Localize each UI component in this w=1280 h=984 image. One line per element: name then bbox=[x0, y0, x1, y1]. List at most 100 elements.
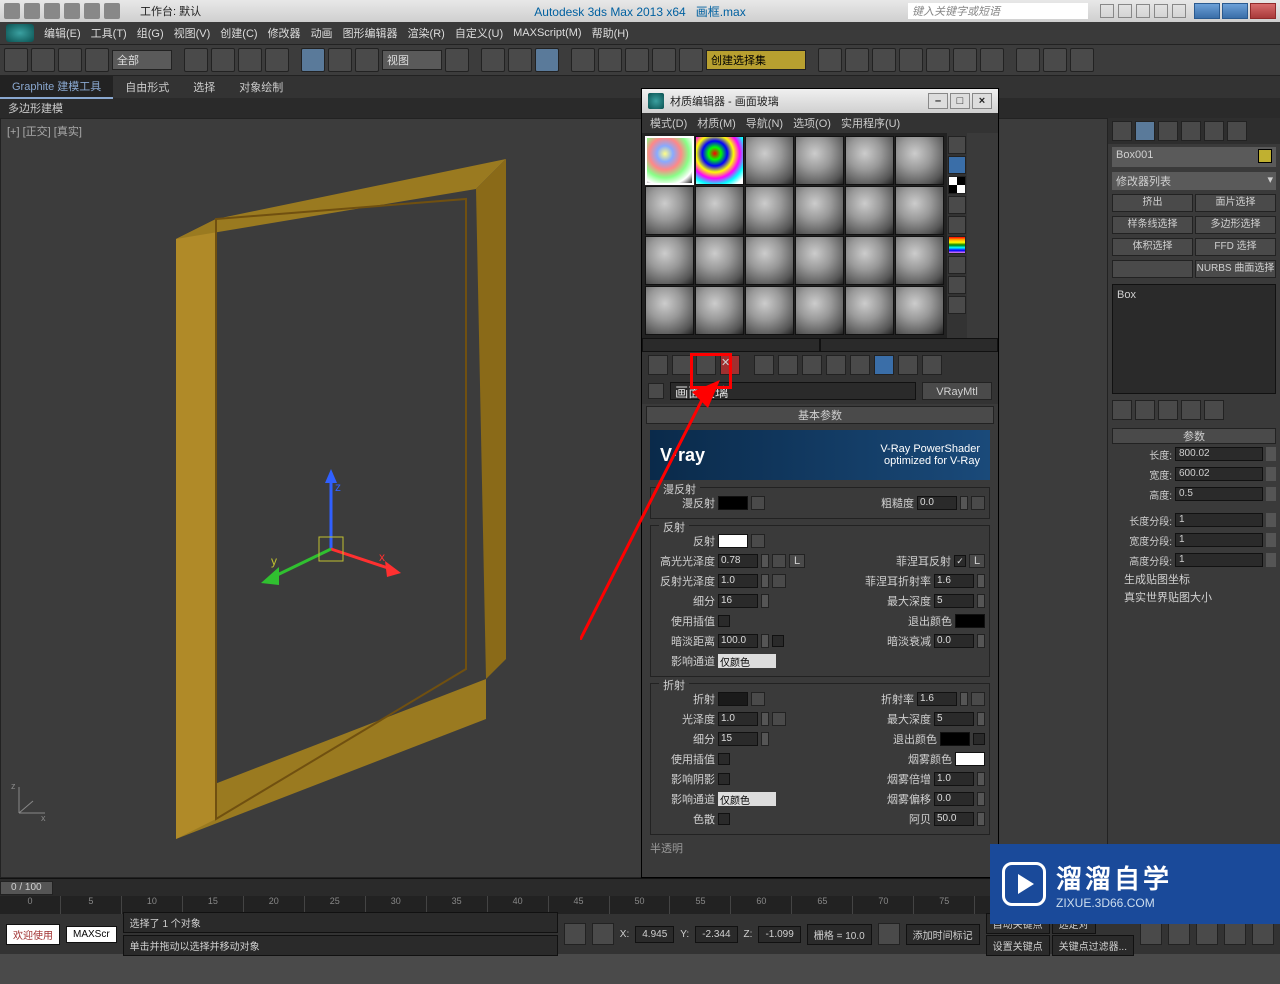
material-editor-icon[interactable] bbox=[926, 48, 950, 72]
spinner-icon[interactable] bbox=[977, 772, 985, 786]
spinner-icon[interactable] bbox=[761, 732, 769, 746]
unlink-icon[interactable] bbox=[85, 48, 109, 72]
refract-exitcolor-checkbox[interactable] bbox=[973, 733, 985, 745]
lock-gloss-button[interactable]: L bbox=[789, 554, 805, 568]
edit-named-sel-icon[interactable] bbox=[652, 48, 676, 72]
show-map-in-viewport-icon[interactable] bbox=[850, 355, 870, 375]
roughness-input[interactable]: 0.0 bbox=[917, 496, 957, 510]
undo-icon[interactable] bbox=[4, 48, 28, 72]
workspace-dropdown[interactable]: 工作台: 默认 bbox=[140, 3, 201, 19]
spinner-icon[interactable] bbox=[761, 554, 769, 568]
matmenu-material[interactable]: 材质(M) bbox=[697, 115, 736, 131]
spinner-icon[interactable] bbox=[960, 496, 968, 510]
spinner-icon[interactable] bbox=[977, 594, 985, 608]
move-gizmo[interactable]: z x y bbox=[261, 469, 401, 609]
sample-slot[interactable] bbox=[845, 136, 894, 185]
viewport-label[interactable]: [+] [正交] [真实] bbox=[7, 123, 82, 139]
menu-help[interactable]: 帮助(H) bbox=[592, 25, 629, 41]
spinner-icon[interactable] bbox=[1266, 533, 1276, 547]
tab-utilities-icon[interactable] bbox=[1227, 121, 1247, 141]
time-tag-icon[interactable] bbox=[878, 923, 900, 945]
refract-exitcolor-swatch[interactable] bbox=[940, 732, 970, 746]
render-setup-icon[interactable] bbox=[953, 48, 977, 72]
menu-rendering[interactable]: 渲染(R) bbox=[408, 25, 445, 41]
curve-editor-icon[interactable] bbox=[872, 48, 896, 72]
dispersion-checkbox[interactable] bbox=[718, 813, 730, 825]
spinner-icon[interactable] bbox=[1266, 513, 1276, 527]
tab-create-icon[interactable] bbox=[1112, 121, 1132, 141]
sample-slot[interactable] bbox=[695, 136, 744, 185]
reflect-exitcolor-swatch[interactable] bbox=[955, 614, 985, 628]
reflect-subdiv-input[interactable]: 16 bbox=[718, 594, 758, 608]
help-icon[interactable] bbox=[1172, 4, 1186, 18]
tab-hierarchy-icon[interactable] bbox=[1158, 121, 1178, 141]
tab-display-icon[interactable] bbox=[1204, 121, 1224, 141]
btn-spline-select[interactable]: 样条线选择 bbox=[1112, 216, 1193, 234]
sample-slot[interactable] bbox=[745, 136, 794, 185]
dialog-maximize-button[interactable]: □ bbox=[950, 93, 970, 109]
minimize-button[interactable] bbox=[1194, 3, 1220, 19]
align-icon[interactable] bbox=[818, 48, 842, 72]
matmenu-options[interactable]: 选项(O) bbox=[793, 115, 831, 131]
roughness-map-button[interactable] bbox=[971, 496, 985, 510]
btn-poly-select[interactable]: 多边形选择 bbox=[1195, 216, 1276, 234]
select-by-material-icon[interactable] bbox=[948, 276, 966, 294]
z-input[interactable]: -1.099 bbox=[758, 926, 800, 943]
select-by-name-icon[interactable] bbox=[211, 48, 235, 72]
sample-slot[interactable] bbox=[895, 136, 944, 185]
remove-modifier-icon[interactable] bbox=[1181, 400, 1201, 420]
select-manipulate-icon[interactable] bbox=[481, 48, 505, 72]
spinner-icon[interactable] bbox=[977, 792, 985, 806]
hgloss-input[interactable]: 0.78 bbox=[718, 554, 758, 568]
select-object-icon[interactable] bbox=[184, 48, 208, 72]
menu-group[interactable]: 组(G) bbox=[137, 25, 164, 41]
absolute-mode-icon[interactable] bbox=[592, 923, 614, 945]
matmenu-navigation[interactable]: 导航(N) bbox=[746, 115, 783, 131]
menu-maxscript[interactable]: MAXScript(M) bbox=[513, 27, 581, 39]
schematic-view-icon[interactable] bbox=[899, 48, 923, 72]
selection-lock-icon[interactable] bbox=[564, 923, 586, 945]
sample-scrollbar[interactable] bbox=[642, 338, 998, 352]
dimdist-checkbox[interactable] bbox=[772, 635, 784, 647]
teapot-icon[interactable] bbox=[1070, 48, 1094, 72]
link-icon[interactable] bbox=[58, 48, 82, 72]
fogmult-input[interactable]: 1.0 bbox=[934, 772, 974, 786]
rendered-frame-icon[interactable] bbox=[980, 48, 1004, 72]
sample-slot[interactable] bbox=[795, 236, 844, 285]
spinner-icon[interactable] bbox=[977, 634, 985, 648]
goto-start-icon[interactable] bbox=[1140, 923, 1162, 945]
backlight-icon[interactable] bbox=[948, 156, 966, 174]
selection-filter-dropdown[interactable]: 全部 bbox=[112, 50, 172, 70]
ref-coord-dropdown[interactable]: 视图 bbox=[382, 50, 442, 70]
menu-views[interactable]: 视图(V) bbox=[174, 25, 211, 41]
keyboard-shortcut-icon[interactable] bbox=[508, 48, 532, 72]
spinner-icon[interactable] bbox=[761, 634, 769, 648]
configure-sets-icon[interactable] bbox=[1204, 400, 1224, 420]
redo-icon[interactable] bbox=[31, 48, 55, 72]
sample-slot[interactable] bbox=[795, 186, 844, 235]
qat-undo-icon[interactable] bbox=[64, 3, 80, 19]
object-color-swatch[interactable] bbox=[1258, 149, 1272, 163]
dialog-minimize-button[interactable]: – bbox=[928, 93, 948, 109]
snaps-toggle-icon[interactable] bbox=[535, 48, 559, 72]
sample-slot[interactable] bbox=[645, 136, 694, 185]
mirror-icon[interactable] bbox=[679, 48, 703, 72]
width-input[interactable]: 600.02 bbox=[1175, 467, 1263, 481]
pick-material-icon[interactable] bbox=[648, 383, 664, 399]
btn-nurbs-select[interactable]: NURBS 曲面选择 bbox=[1195, 260, 1276, 278]
menu-modifiers[interactable]: 修改器 bbox=[268, 25, 301, 41]
rollout-translucency-label[interactable]: 半透明 bbox=[642, 838, 998, 858]
qat-new-icon[interactable] bbox=[4, 3, 20, 19]
favorites-icon[interactable] bbox=[1154, 4, 1168, 18]
make-unique-icon[interactable] bbox=[1158, 400, 1178, 420]
help-search-input[interactable]: 键入关键字或短语 bbox=[908, 3, 1088, 19]
refract-map-button[interactable] bbox=[751, 692, 765, 706]
modifier-stack[interactable]: Box bbox=[1112, 284, 1276, 394]
ribbon-tab-selection[interactable]: 选择 bbox=[181, 76, 227, 98]
spinner-icon[interactable] bbox=[761, 712, 769, 726]
key-filters-button[interactable]: 关键点过滤器... bbox=[1052, 935, 1134, 956]
ior-input[interactable]: 1.6 bbox=[917, 692, 957, 706]
make-unique-icon[interactable] bbox=[778, 355, 798, 375]
search-icon[interactable] bbox=[1100, 4, 1114, 18]
sample-slot[interactable] bbox=[745, 236, 794, 285]
